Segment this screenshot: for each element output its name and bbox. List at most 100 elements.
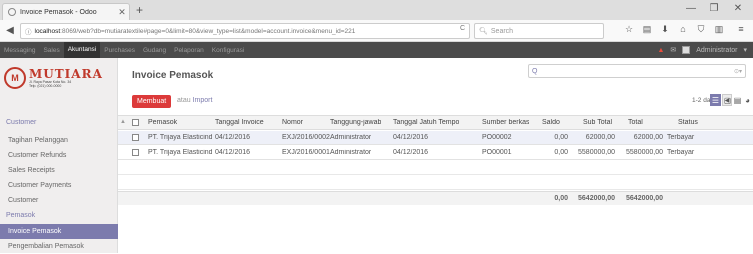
col-tanggal-jatuh-tempo[interactable]: Tanggal Jatuh Tempo xyxy=(393,119,459,126)
cell-tanggal-jatuh-tempo: 04/12/2016 xyxy=(393,149,429,156)
browser-tab[interactable]: Invoice Pemasok - Odoo ✕ xyxy=(2,3,130,20)
url-path: :8069/web?db=mutiaratextile#page=0&limit… xyxy=(60,27,356,35)
chevron-down-icon[interactable]: ▾ xyxy=(743,46,747,54)
cell-saldo: 0,00 xyxy=(554,134,568,141)
menu-konfigurasi[interactable]: Konfigurasi xyxy=(208,47,249,54)
logo-line-2: Telp. (021) 000-0000 xyxy=(29,84,62,88)
col-tanggung-jawab[interactable]: Tanggung-jawab xyxy=(330,119,381,126)
graph-view-icon[interactable]: ◕ xyxy=(742,94,753,106)
control-panel: Invoice Pemasok Q ⊙▾ Membuat atau Import… xyxy=(118,58,753,116)
col-sub-total[interactable]: Sub Total xyxy=(583,119,612,126)
col-total[interactable]: Total xyxy=(628,119,643,126)
company-logo: M MUTIARA Jl. Raya Pasar Kota No. 34 Tel… xyxy=(4,62,114,94)
tab-title: Invoice Pemasok - Odoo xyxy=(20,8,97,16)
sidebar: M MUTIARA Jl. Raya Pasar Kota No. 34 Tel… xyxy=(0,58,118,253)
user-name[interactable]: Administrator xyxy=(696,47,737,54)
alert-icon[interactable]: ▲ xyxy=(657,47,664,54)
avatar[interactable] xyxy=(682,46,691,54)
back-arrow-icon[interactable]: ◀ xyxy=(2,25,18,36)
cell-status: Terbayar xyxy=(667,149,695,156)
cell-status: Terbayar xyxy=(667,134,695,141)
minimize-icon[interactable]: — xyxy=(680,3,702,14)
menu-sales[interactable]: Sales xyxy=(39,47,63,54)
url-bar[interactable]: ⓘ localhost :8069/web?db=mutiaratextile#… xyxy=(20,23,470,39)
cell-sumber-berkas: PO00001 xyxy=(482,149,512,156)
create-button[interactable]: Membuat xyxy=(132,95,172,108)
col-status[interactable]: Status xyxy=(678,119,698,126)
row-checkbox[interactable] xyxy=(132,149,139,156)
cell-nomor: EXJ/2016/0001 xyxy=(282,149,330,156)
menu-akuntansi[interactable]: Akuntansi xyxy=(63,42,101,58)
sidebar-item-tagihan-pelanggan[interactable]: Tagihan Pelanggan xyxy=(0,133,118,148)
cell-total: 62000,00 xyxy=(633,134,663,141)
import-text: atau Import xyxy=(177,97,212,104)
table-row[interactable]: PT. Trijaya Elasticindo 04/12/2016 EXJ/2… xyxy=(118,146,753,160)
logo-mark: M xyxy=(4,67,26,89)
shield-icon[interactable]: ⛉ xyxy=(694,24,708,35)
cell-nomor: EXJ/2016/0002 xyxy=(282,134,330,141)
col-nomor[interactable]: Nomor xyxy=(282,119,303,126)
table-header-row: ▲ Pemasok Tanggal Invoice Nomor Tanggung… xyxy=(118,116,753,130)
col-pemasok[interactable]: Pemasok xyxy=(148,119,177,126)
sidebar-item-pengembalian-pemasok[interactable]: Pengembalian Pemasok xyxy=(0,239,118,254)
search-input[interactable]: Q ⊙▾ xyxy=(528,64,746,78)
odoo-top-menu: Messaging Sales Akuntansi Purchases Guda… xyxy=(0,42,753,58)
menu-purchases[interactable]: Purchases xyxy=(100,47,139,54)
row-checkbox[interactable] xyxy=(132,134,139,141)
sidebar-item-customer-refunds[interactable]: Customer Refunds xyxy=(0,148,118,163)
reload-icon[interactable]: C xyxy=(460,25,465,32)
col-saldo[interactable]: Saldo xyxy=(542,119,560,126)
total-total: 5642000,00 xyxy=(626,195,663,202)
chat-icon[interactable]: ✉ xyxy=(670,46,676,54)
menu-pelaporan[interactable]: Pelaporan xyxy=(170,47,208,54)
cell-tanggal-invoice: 04/12/2016 xyxy=(215,134,251,141)
sidebar-section-pemasok: Pemasok xyxy=(6,212,36,219)
odoo-favicon-icon xyxy=(8,8,16,16)
col-sumber-berkas[interactable]: Sumber berkas xyxy=(482,119,529,126)
col-tanggal-invoice[interactable]: Tanggal Invoice xyxy=(215,119,264,126)
page-title: Invoice Pemasok xyxy=(132,70,214,81)
cell-tanggal-invoice: 04/12/2016 xyxy=(215,149,251,156)
cell-pemasok: PT. Trijaya Elasticindo xyxy=(148,134,212,141)
sort-arrow-icon[interactable]: ▲ xyxy=(120,119,126,125)
browser-tab-bar: Invoice Pemasok - Odoo ✕ + — ❐ ✕ xyxy=(0,0,753,20)
cell-tanggung-jawab: Administrator xyxy=(330,134,372,141)
menu-messaging[interactable]: Messaging xyxy=(0,47,39,54)
cell-tanggal-jatuh-tempo: 04/12/2016 xyxy=(393,134,429,141)
menu-gudang[interactable]: Gudang xyxy=(139,47,170,54)
star-icon[interactable]: ☆ xyxy=(622,24,636,35)
library-icon[interactable]: ▤ xyxy=(640,24,654,35)
total-sub-total: 5642000,00 xyxy=(578,195,615,202)
url-host: localhost xyxy=(34,27,61,35)
maximize-icon[interactable]: ❐ xyxy=(703,3,725,14)
home-icon[interactable]: ⌂ xyxy=(676,24,690,34)
sidebar-item-invoice-pemasok[interactable]: Invoice Pemasok xyxy=(0,224,118,239)
sidebar-item-sales-receipts[interactable]: Sales Receipts xyxy=(0,163,118,178)
new-tab-button[interactable]: + xyxy=(136,3,143,17)
extension-icon[interactable]: ▥ xyxy=(712,24,726,35)
or-label: atau xyxy=(177,97,191,104)
select-all-checkbox[interactable] xyxy=(132,119,139,126)
empty-row xyxy=(118,161,753,175)
table-totals-row: 0,00 5642000,00 5642000,00 xyxy=(118,191,753,205)
close-window-icon[interactable]: ✕ xyxy=(727,3,749,14)
download-icon[interactable]: ⬇ xyxy=(658,24,672,35)
empty-row xyxy=(118,176,753,190)
tab-close-icon[interactable]: ✕ xyxy=(115,7,129,18)
sidebar-item-customer[interactable]: Customer xyxy=(0,193,118,208)
sidebar-item-customer-payments[interactable]: Customer Payments xyxy=(0,178,118,193)
cell-sumber-berkas: PO00002 xyxy=(482,134,512,141)
browser-search-box[interactable]: 🔍︎ Search xyxy=(474,23,604,39)
table-row[interactable]: PT. Trijaya Elasticindo 04/12/2016 EXJ/2… xyxy=(118,131,753,145)
cell-total: 5580000,00 xyxy=(626,149,663,156)
hamburger-menu-icon[interactable]: ≡ xyxy=(734,24,748,34)
cell-pemasok: PT. Trijaya Elasticindo xyxy=(148,149,212,156)
info-icon: ⓘ xyxy=(25,29,32,36)
search-options-icon[interactable]: ⊙▾ xyxy=(734,68,742,75)
search-value: Q xyxy=(532,67,538,75)
import-link[interactable]: Import xyxy=(193,97,213,104)
list-view-icon[interactable]: ☰ xyxy=(710,94,721,106)
search-icon: 🔍︎ xyxy=(479,28,488,35)
browser-search-placeholder: Search xyxy=(490,27,514,35)
cell-sub-total: 5580000,00 xyxy=(578,149,615,156)
